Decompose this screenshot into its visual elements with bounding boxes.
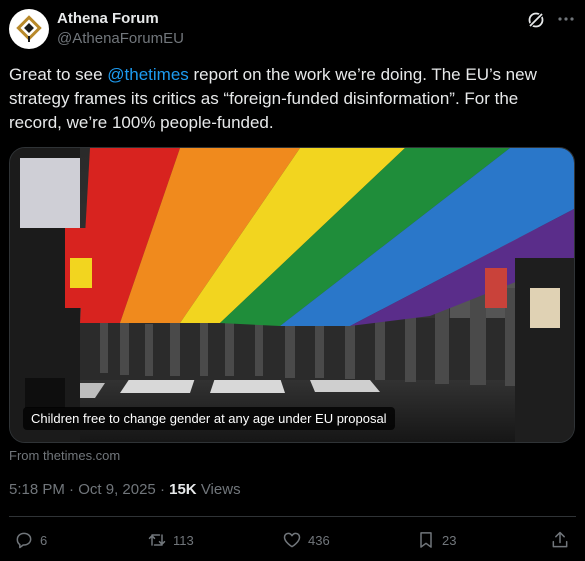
- reply-count: 6: [40, 532, 48, 548]
- rainbow-flag-photo: [10, 148, 574, 442]
- bookmark-count: 23: [442, 532, 457, 548]
- link-card-source[interactable]: From thetimes.com: [9, 448, 120, 463]
- post-text-start: Great to see: [9, 65, 108, 84]
- post-date[interactable]: Oct 9, 2025: [78, 481, 156, 498]
- repost-button[interactable]: 113: [147, 528, 194, 552]
- bookmark-icon: [420, 532, 432, 548]
- share-icon: [552, 531, 568, 548]
- link-card-image[interactable]: Children free to change gender at any ag…: [9, 147, 575, 443]
- link-card-title[interactable]: Children free to change gender at any ag…: [23, 407, 395, 430]
- more-options-icon[interactable]: [556, 9, 576, 29]
- post-time[interactable]: 5:18 PM: [9, 481, 65, 498]
- bookmark-button[interactable]: 23: [416, 528, 456, 552]
- author-name[interactable]: Athena Forum: [57, 10, 159, 27]
- reply-button[interactable]: 6: [14, 528, 47, 552]
- share-button[interactable]: [550, 528, 576, 552]
- views-label: Views: [196, 481, 241, 498]
- action-bar: 6 113 436 23: [0, 528, 585, 554]
- heart-icon: [283, 532, 301, 548]
- like-button[interactable]: 436: [282, 528, 330, 552]
- mention-link[interactable]: @thetimes: [107, 65, 189, 84]
- meta-separator-2: ·: [155, 481, 170, 498]
- repost-icon: [148, 534, 166, 546]
- views-count: 15K: [169, 481, 197, 498]
- avatar[interactable]: [9, 9, 49, 49]
- post-header: Athena Forum @AthenaForumEU: [9, 9, 576, 51]
- reply-icon: [16, 532, 32, 549]
- like-count: 436: [308, 532, 330, 548]
- athena-logo-icon: [16, 15, 42, 42]
- post-text: Great to see @thetimes report on the wor…: [9, 63, 569, 135]
- divider: [9, 516, 576, 517]
- meta-separator: ·: [64, 481, 79, 498]
- author-handle[interactable]: @AthenaForumEU: [57, 30, 184, 47]
- repost-count: 113: [173, 532, 194, 548]
- post-meta: 5:18 PM · Oct 9, 2025 · 15K Views: [9, 481, 241, 498]
- grok-icon[interactable]: [526, 10, 546, 30]
